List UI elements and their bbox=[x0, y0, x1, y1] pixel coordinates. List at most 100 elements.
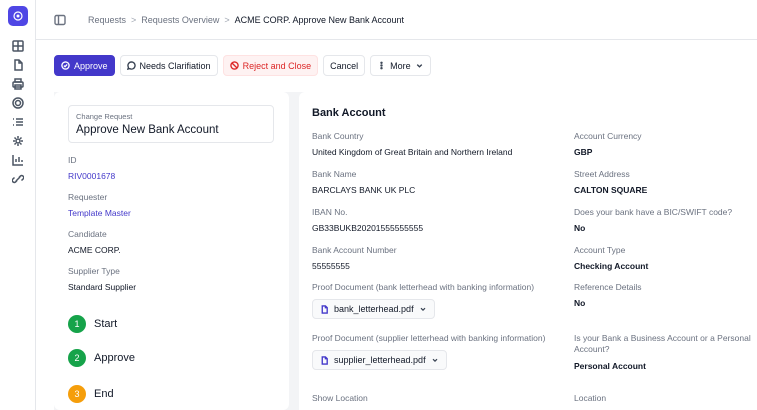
target-icon[interactable] bbox=[10, 95, 26, 111]
candidate-field: Candidate ACME CORP. bbox=[68, 229, 121, 255]
proof-supplier-label: Proof Document (supplier letterhead with… bbox=[312, 333, 546, 343]
needs-clarification-label: Needs Clarifiation bbox=[139, 60, 211, 71]
breadcrumb-requests[interactable]: Requests bbox=[88, 15, 126, 25]
file-icon bbox=[321, 356, 328, 365]
supplier-type-label: Supplier Type bbox=[68, 266, 120, 276]
content-area: Change Request Approve New Bank Account … bbox=[54, 92, 757, 410]
workflow-step-approve: 2 Approve bbox=[68, 349, 135, 367]
step-label: Approve bbox=[94, 352, 135, 364]
location-label: Location bbox=[574, 393, 607, 403]
bank-name-label: Bank Name bbox=[312, 169, 357, 179]
approve-button[interactable]: Approve bbox=[54, 55, 115, 76]
street-address-field: Street Address CALTON SQUARE bbox=[574, 169, 757, 195]
document-icon[interactable] bbox=[10, 57, 26, 73]
gear-icon[interactable] bbox=[10, 133, 26, 149]
reference-details-field: Reference Details No bbox=[574, 282, 757, 308]
business-personal-label: Is your Bank a Business Account or a Per… bbox=[574, 333, 751, 355]
account-type-label: Account Type bbox=[574, 245, 626, 255]
bic-value: No bbox=[574, 223, 586, 234]
change-request-box: Change Request Approve New Bank Account bbox=[68, 105, 274, 143]
action-toolbar: Approve Needs Clarifiation Reject and Cl… bbox=[54, 55, 431, 76]
sidebar-toggle-icon[interactable] bbox=[54, 13, 68, 27]
proof-supplier-field: Proof Document (supplier letterhead with… bbox=[312, 333, 562, 371]
more-vertical-icon bbox=[380, 61, 383, 70]
sidebar-rail bbox=[0, 0, 36, 410]
reference-details-value: No bbox=[574, 298, 586, 309]
step-label: End bbox=[94, 388, 114, 400]
breadcrumb-separator: > bbox=[131, 14, 137, 25]
step-number: 1 bbox=[68, 315, 86, 333]
bank-country-value: United Kingdom of Great Britain and Nort… bbox=[312, 147, 513, 158]
chevron-down-icon bbox=[416, 64, 422, 68]
ban-icon bbox=[229, 61, 239, 70]
change-request-title: Approve New Bank Account bbox=[76, 124, 219, 136]
link-icon[interactable] bbox=[10, 171, 26, 187]
candidate-value: ACME CORP. bbox=[68, 245, 121, 255]
iban-value: GB33BUKB20201555555555 bbox=[312, 223, 424, 234]
account-number-value: 55555555 bbox=[312, 261, 350, 272]
step-label: Start bbox=[94, 318, 118, 330]
business-personal-value: Personal Account bbox=[574, 360, 646, 371]
bic-field: Does your bank have a BIC/SWIFT code? No bbox=[574, 207, 757, 233]
cancel-label: Cancel bbox=[330, 60, 359, 71]
street-address-label: Street Address bbox=[574, 169, 630, 179]
chevron-down-icon bbox=[420, 308, 426, 312]
reference-details-label: Reference Details bbox=[574, 282, 642, 292]
account-number-label: Bank Account Number bbox=[312, 245, 397, 255]
reject-and-close-button[interactable]: Reject and Close bbox=[222, 55, 319, 76]
step-number: 2 bbox=[68, 349, 86, 367]
main-area: Requests > Requests Overview > ACME CORP… bbox=[36, 0, 757, 410]
requester-field: Requester Template Master bbox=[68, 192, 131, 218]
id-label: ID bbox=[68, 155, 77, 165]
more-label: More bbox=[390, 60, 411, 71]
id-field: ID RIV0001678 bbox=[68, 155, 115, 181]
file-dropdown-supplier-letterhead[interactable]: supplier_letterhead.pdf bbox=[312, 350, 447, 371]
approve-label: Approve bbox=[74, 60, 108, 71]
file-icon bbox=[321, 305, 328, 314]
printer-icon[interactable] bbox=[10, 76, 26, 92]
location-field: Location bbox=[574, 393, 757, 404]
requester-label: Requester bbox=[68, 192, 108, 202]
bank-account-card: Bank Account Bank Country United Kingdom… bbox=[299, 92, 757, 410]
app-logo[interactable] bbox=[8, 6, 28, 26]
grid-icon[interactable] bbox=[10, 38, 26, 54]
needs-clarification-button[interactable]: Needs Clarifiation bbox=[119, 55, 218, 76]
account-currency-value: GBP bbox=[574, 147, 593, 158]
message-icon bbox=[126, 61, 136, 70]
iban-field: IBAN No. GB33BUKB20201555555555 bbox=[312, 207, 562, 233]
id-value-link[interactable]: RIV0001678 bbox=[68, 171, 115, 181]
candidate-label: Candidate bbox=[68, 229, 107, 239]
supplier-type-value: Standard Supplier bbox=[68, 282, 137, 292]
proof-bank-label: Proof Document (bank letterhead with ban… bbox=[312, 282, 535, 292]
account-number-field: Bank Account Number 55555555 bbox=[312, 245, 562, 271]
breadcrumb: Requests > Requests Overview > ACME CORP… bbox=[88, 15, 404, 25]
requester-value-link[interactable]: Template Master bbox=[68, 208, 131, 218]
breadcrumb-current: ACME CORP. Approve New Bank Account bbox=[234, 14, 405, 25]
list-icon[interactable] bbox=[10, 114, 26, 130]
proof-bank-field: Proof Document (bank letterhead with ban… bbox=[312, 282, 562, 320]
street-address-value: CALTON SQUARE bbox=[574, 185, 648, 196]
workflow-step-end: 3 End bbox=[68, 385, 114, 403]
step-number: 3 bbox=[68, 385, 86, 403]
check-circle-icon bbox=[61, 61, 70, 70]
show-location-field: Show Location bbox=[312, 393, 562, 404]
account-type-field: Account Type Checking Account bbox=[574, 245, 757, 271]
file-name: supplier_letterhead.pdf bbox=[334, 355, 426, 366]
account-currency-label: Account Currency bbox=[574, 131, 642, 141]
more-button[interactable]: More bbox=[370, 55, 431, 76]
workflow-step-start: 1 Start bbox=[68, 315, 117, 333]
file-name: bank_letterhead.pdf bbox=[334, 304, 414, 315]
account-currency-field: Account Currency GBP bbox=[574, 131, 757, 157]
account-type-value: Checking Account bbox=[574, 261, 649, 272]
cancel-button[interactable]: Cancel bbox=[323, 55, 366, 76]
chart-icon[interactable] bbox=[10, 152, 26, 168]
logo-mark-icon bbox=[13, 11, 23, 21]
business-personal-field: Is your Bank a Business Account or a Per… bbox=[574, 333, 757, 371]
supplier-type-field: Supplier Type Standard Supplier bbox=[68, 266, 136, 292]
bank-name-field: Bank Name BARCLAYS BANK UK PLC bbox=[312, 169, 562, 195]
section-title: Bank Account bbox=[312, 107, 386, 119]
chevron-down-icon bbox=[432, 359, 438, 363]
file-dropdown-bank-letterhead[interactable]: bank_letterhead.pdf bbox=[312, 299, 435, 320]
iban-label: IBAN No. bbox=[312, 207, 348, 217]
breadcrumb-requests-overview[interactable]: Requests Overview bbox=[141, 15, 219, 25]
